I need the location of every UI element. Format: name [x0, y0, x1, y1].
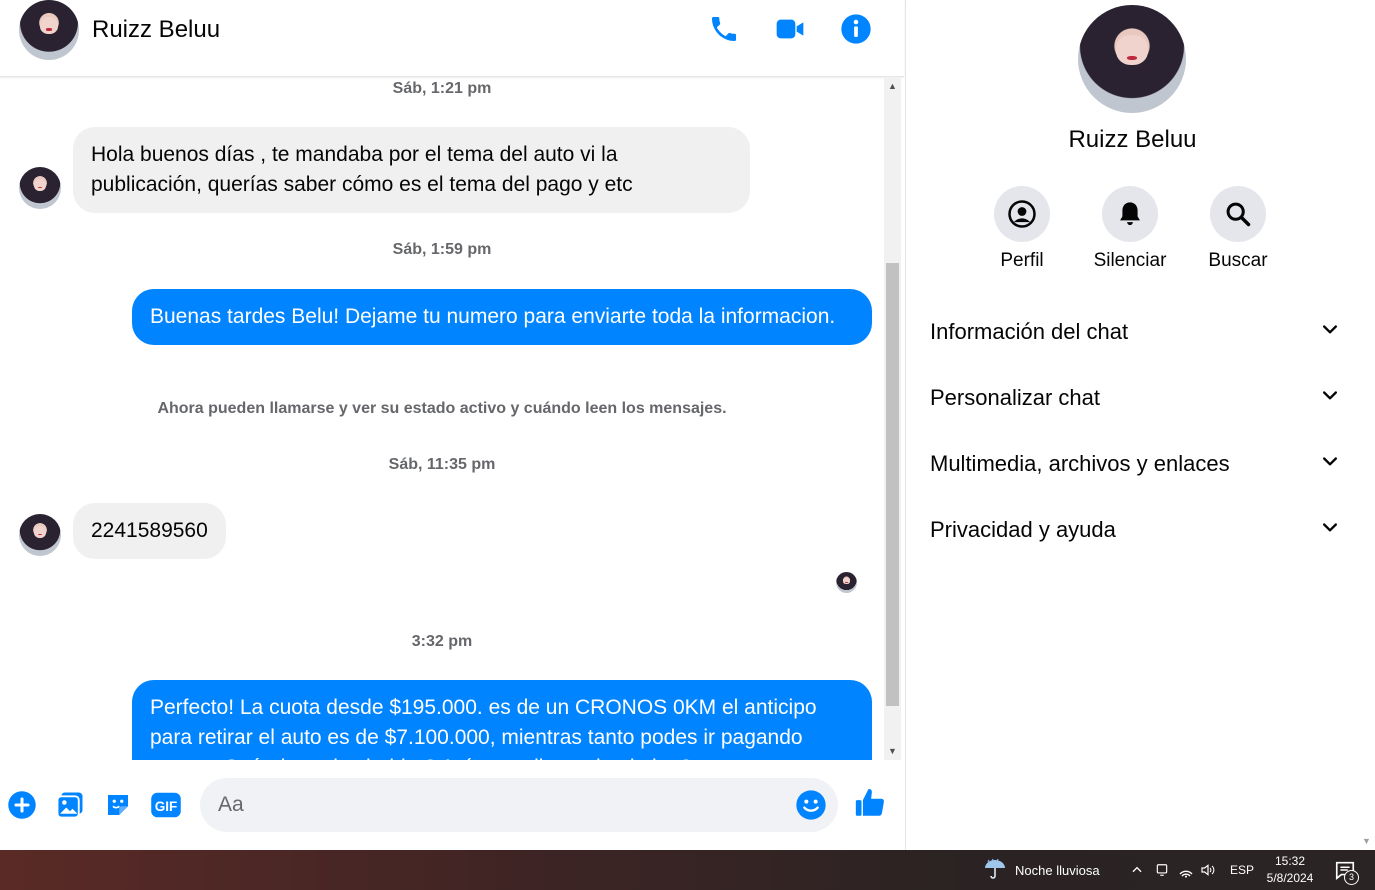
action-label: Buscar [1208, 250, 1268, 271]
bell-icon[interactable] [1102, 186, 1158, 242]
profile-name: Ruizz Beluu [1068, 126, 1197, 153]
section-privacy-help[interactable]: Privacidad y ayuda [930, 510, 1340, 550]
scroll-thumb[interactable] [886, 263, 899, 706]
gallery-icon[interactable] [53, 788, 87, 822]
notification-center-icon[interactable]: 3 [1334, 850, 1359, 890]
mute-action[interactable]: Silenciar [1085, 186, 1175, 272]
conversation-details-panel: Ruizz Beluu Perfil Silenciar Buscar Info… [905, 0, 1358, 850]
emoji-icon[interactable] [794, 788, 828, 822]
scroll-down-arrow-icon[interactable]: ▼ [884, 743, 901, 760]
chevron-up-icon[interactable] [1130, 850, 1144, 890]
rain-umbrella-icon [983, 857, 1007, 884]
windows-taskbar: Noche lluviosa ESP 15:32 5/8/2024 3 [0, 850, 1375, 890]
chat-header: Ruizz Beluu [0, 0, 904, 77]
page-scrollbar[interactable]: ▼ [1358, 0, 1375, 850]
language-indicator[interactable]: ESP [1230, 850, 1254, 890]
notification-count-badge: 3 [1344, 870, 1359, 885]
messenger-window: Ruizz Beluu Sáb, 1:21 pm Hola buenos día… [0, 0, 1375, 850]
wifi-icon[interactable] [1178, 850, 1194, 890]
scroll-up-arrow-icon[interactable]: ▲ [884, 78, 901, 95]
contact-avatar[interactable] [19, 0, 79, 60]
chevron-down-icon [1320, 517, 1340, 543]
meet-now-icon[interactable] [1155, 850, 1169, 890]
system-clock[interactable]: 15:32 5/8/2024 [1262, 853, 1318, 887]
phone-icon[interactable] [707, 12, 741, 46]
section-label: Información del chat [930, 319, 1129, 344]
clock-time: 15:32 [1274, 854, 1306, 868]
chevron-down-icon [1320, 319, 1340, 345]
incoming-message[interactable]: 2241589560 [73, 503, 226, 559]
timestamp: Sáb, 1:21 pm [392, 80, 492, 97]
section-label: Multimedia, archivos y enlaces [930, 451, 1230, 476]
message-list[interactable]: Sáb, 1:21 pm Hola buenos días , te manda… [0, 78, 884, 760]
chevron-down-icon [1320, 451, 1340, 477]
section-chat-info[interactable]: Información del chat [930, 312, 1340, 352]
sender-avatar[interactable] [19, 167, 61, 209]
gif-icon[interactable]: GIF [149, 788, 183, 822]
action-label: Perfil [1000, 250, 1044, 271]
svg-text:GIF: GIF [155, 799, 178, 814]
search-icon[interactable] [1210, 186, 1266, 242]
video-call-icon[interactable] [773, 12, 807, 46]
timestamp: Sáb, 1:59 pm [392, 241, 492, 258]
scroll-down-arrow-icon[interactable]: ▼ [1358, 833, 1375, 850]
outgoing-message[interactable]: Perfecto! La cuota desde $195.000. es de… [132, 680, 872, 760]
sticker-icon[interactable] [101, 788, 135, 822]
contact-name[interactable]: Ruizz Beluu [92, 16, 220, 44]
profile-icon[interactable] [994, 186, 1050, 242]
seen-indicator-avatar [836, 572, 857, 593]
section-customize-chat[interactable]: Personalizar chat [930, 378, 1340, 418]
outgoing-message[interactable]: Buenas tardes Belu! Dejame tu numero par… [132, 289, 872, 345]
profile-avatar[interactable] [1078, 5, 1186, 113]
weather-widget[interactable]: Noche lluviosa [983, 850, 1100, 890]
message-scrollbar[interactable]: ▲ ▼ [884, 78, 901, 760]
sender-avatar[interactable] [19, 514, 61, 556]
weather-label: Noche lluviosa [1015, 862, 1100, 878]
section-label: Personalizar chat [930, 385, 1100, 410]
message-input[interactable] [200, 778, 838, 832]
section-media-files-links[interactable]: Multimedia, archivos y enlaces [930, 444, 1340, 484]
action-label: Silenciar [1093, 250, 1167, 271]
volume-icon[interactable] [1200, 850, 1216, 890]
timestamp: Sáb, 11:35 pm [388, 456, 496, 473]
profile-action[interactable]: Perfil [977, 186, 1067, 272]
message-composer: GIF [0, 760, 904, 850]
clock-date: 5/8/2024 [1266, 871, 1314, 885]
system-notice: Ahora pueden llamarse y ver su estado ac… [157, 400, 727, 417]
plus-icon[interactable] [5, 788, 39, 822]
info-icon[interactable] [839, 12, 873, 46]
chevron-down-icon [1320, 385, 1340, 411]
incoming-message[interactable]: Hola buenos días , te mandaba por el tem… [73, 127, 750, 213]
search-action[interactable]: Buscar [1193, 186, 1283, 272]
like-thumb-icon[interactable] [853, 786, 887, 820]
section-label: Privacidad y ayuda [930, 517, 1116, 542]
timestamp: 3:32 pm [411, 633, 473, 650]
